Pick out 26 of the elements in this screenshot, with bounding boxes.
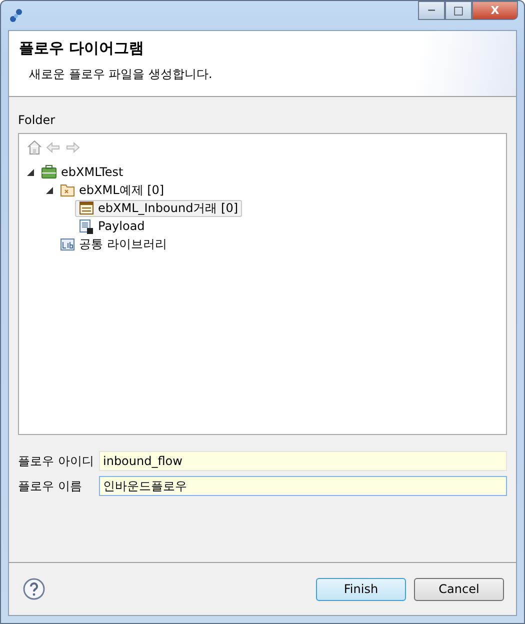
- text-field[interactable]: inbound_flow: [99, 451, 507, 471]
- tree-item[interactable]: ebXML예제 [0]: [56, 182, 168, 198]
- tree-item[interactable]: ebXMLTest: [37, 164, 128, 180]
- app-icon: [9, 8, 23, 24]
- library-icon: [60, 238, 75, 250]
- field-label: 플로우 아이디: [18, 452, 95, 470]
- dialog-title: 플로우 다이어그램: [19, 39, 146, 58]
- tree-item[interactable]: ebXML_Inbound거래 [0]: [75, 200, 242, 216]
- cancel-button[interactable]: Cancel: [414, 578, 504, 600]
- page-icon: [79, 218, 94, 234]
- document-icon: [79, 201, 94, 215]
- expand-arrow-icon[interactable]: [46, 186, 53, 194]
- home-icon[interactable]: [27, 140, 42, 155]
- briefcase-icon: [41, 165, 57, 179]
- minimize-button[interactable]: ─: [418, 1, 445, 20]
- tree-item[interactable]: 공통 라이브러리: [56, 236, 171, 252]
- maximize-button[interactable]: □: [445, 1, 472, 20]
- folder-label: Folder: [18, 113, 56, 127]
- help-icon[interactable]: [23, 578, 45, 600]
- dialog-description: 새로운 플로우 파일을 생성합니다.: [29, 66, 214, 83]
- tree-item[interactable]: Payload: [75, 218, 149, 234]
- field-label: 플로우 이름: [18, 478, 83, 494]
- expand-arrow-icon[interactable]: [27, 168, 34, 176]
- finish-button[interactable]: Finish: [316, 578, 406, 600]
- text-field[interactable]: 인바운드플로우: [99, 476, 507, 496]
- folder-icon: [60, 183, 75, 197]
